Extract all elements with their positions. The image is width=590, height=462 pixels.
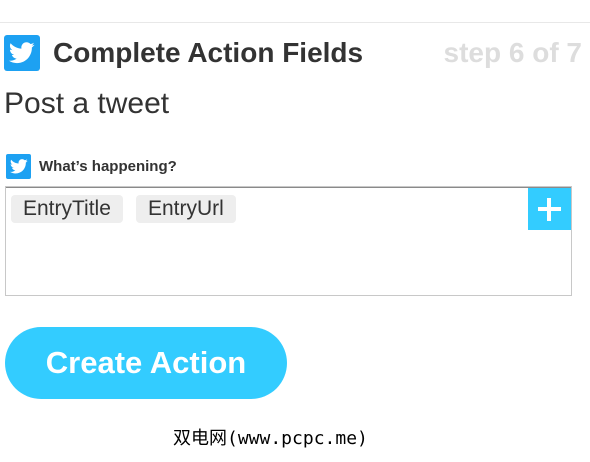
tweet-text-field[interactable]: EntryTitle EntryUrl: [5, 186, 572, 296]
add-ingredient-button[interactable]: [528, 188, 571, 230]
step-indicator: step 6 of 7: [443, 37, 582, 68]
twitter-bird-icon: [4, 35, 40, 71]
divider: [0, 22, 590, 23]
page: Complete Action Fields step 6 of 7 Post …: [0, 0, 590, 462]
plus-icon: [547, 198, 551, 221]
ingredient-pill[interactable]: EntryUrl: [136, 195, 236, 223]
watermark: 双电网(www.pcpc.me): [173, 428, 368, 449]
ingredient-pill[interactable]: EntryTitle: [11, 195, 123, 223]
field-top-border: [6, 187, 571, 188]
field-label: What’s happening?: [39, 158, 177, 175]
page-title: Complete Action Fields: [53, 37, 364, 68]
create-action-button[interactable]: Create Action: [5, 327, 287, 399]
twitter-bird-icon: [6, 154, 31, 179]
action-title: Post a tweet: [4, 87, 170, 120]
